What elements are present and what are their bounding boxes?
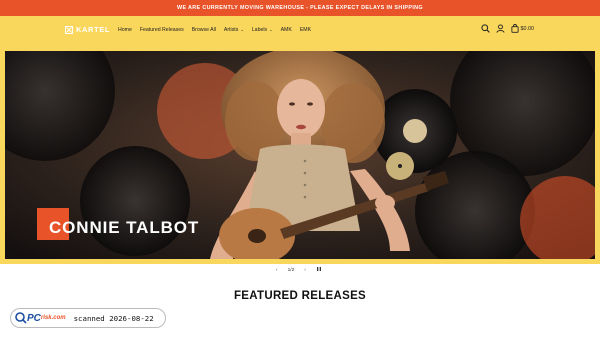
pause-icon[interactable] xyxy=(316,266,322,274)
hero-title: CONNIE TALBOT xyxy=(49,218,200,237)
chevron-right-icon[interactable]: › xyxy=(304,268,306,273)
featured-releases-heading: FEATURED RELEASES xyxy=(233,290,367,302)
slide-counter: 1/2 xyxy=(287,267,295,273)
pcrisk-brand-small: risk.com xyxy=(40,315,66,321)
magnifier-icon xyxy=(15,312,27,324)
nav-home[interactable]: Home xyxy=(118,27,132,33)
site-header: KARTEL Home Featured Releases Browse All… xyxy=(0,16,600,48)
search-icon[interactable] xyxy=(480,24,490,33)
slider-controls: ‹ 1/2 › xyxy=(276,266,322,274)
nav-amk[interactable]: AMK xyxy=(281,27,292,33)
nav-labels-label: Labels xyxy=(251,27,268,33)
chevron-left-icon[interactable]: ‹ xyxy=(276,268,278,273)
nav-emk[interactable]: EMK xyxy=(300,27,311,33)
cart-button[interactable]: $0.00 xyxy=(510,24,535,33)
site-logo[interactable]: KARTEL xyxy=(65,25,110,34)
announcement-text: WE ARE CURRENTLY MOVING WAREHOUSE - PLEA… xyxy=(177,5,423,11)
account-icon[interactable] xyxy=(495,24,505,33)
pcrisk-logo: PC risk.com xyxy=(15,312,66,324)
pcrisk-brand: PC xyxy=(27,312,41,324)
announcement-bar: WE ARE CURRENTLY MOVING WAREHOUSE - PLEA… xyxy=(0,0,600,16)
chevron-down-icon: ⌄ xyxy=(268,27,273,32)
scan-date: scanned 2026-08-22 xyxy=(73,313,154,323)
nav-artists-label: Artists xyxy=(223,27,239,33)
header-utilities: $0.00 xyxy=(480,24,535,33)
logo-icon xyxy=(65,25,73,34)
logo-text: KARTEL xyxy=(76,25,111,34)
scan-watermark: PC risk.com scanned 2026-08-22 xyxy=(10,308,166,328)
nav-labels[interactable]: Labels ⌄ xyxy=(252,27,273,33)
main-nav: Home Featured Releases Browse All Artist… xyxy=(118,27,311,33)
cart-icon xyxy=(510,24,519,33)
chevron-down-icon: ⌄ xyxy=(239,27,244,32)
hero-banner[interactable]: CONNIE TALBOT xyxy=(5,51,595,259)
nav-featured-releases[interactable]: Featured Releases xyxy=(140,27,184,33)
hero-frame: CONNIE TALBOT xyxy=(0,48,600,264)
nav-browse-all[interactable]: Browse All xyxy=(192,27,216,33)
cart-total: $0.00 xyxy=(520,25,535,32)
nav-artists[interactable]: Artists ⌄ xyxy=(224,27,244,33)
